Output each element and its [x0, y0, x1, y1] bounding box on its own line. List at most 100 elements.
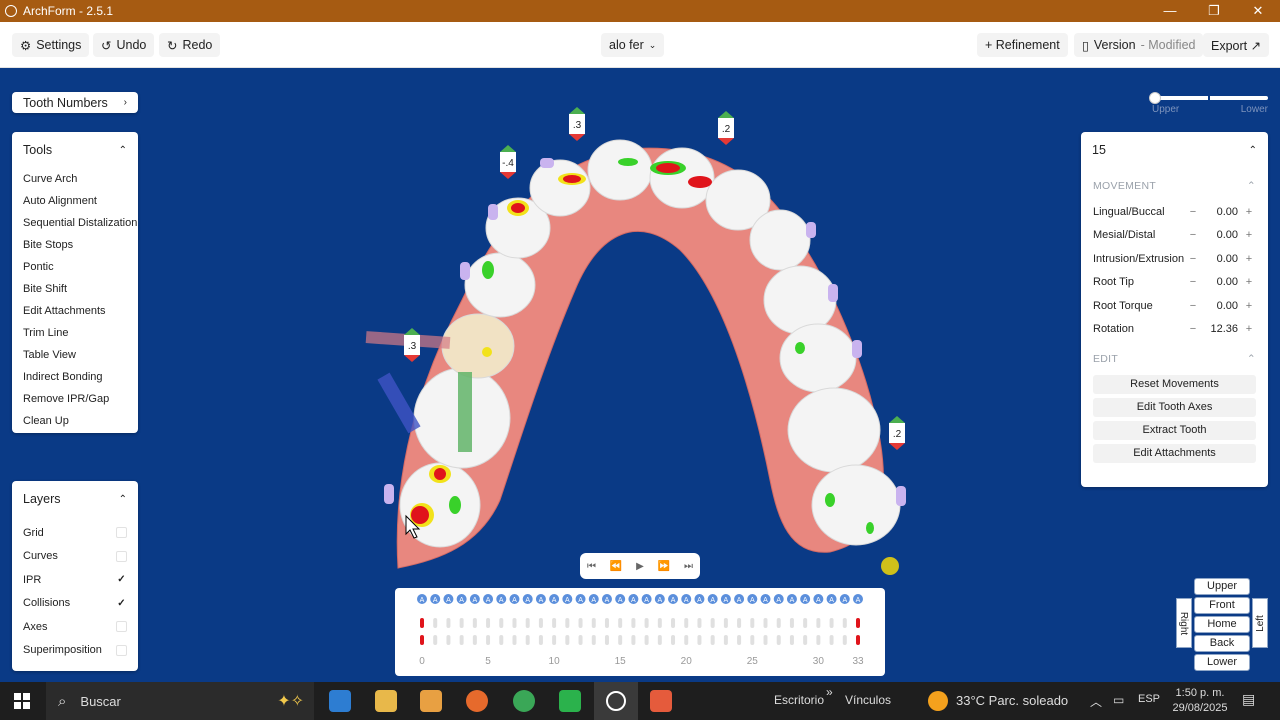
play-icon[interactable]: ▶	[636, 561, 644, 572]
stage-bar[interactable]	[856, 618, 860, 628]
movement-section-header[interactable]: MOVEMENT ⌃	[1081, 174, 1268, 198]
minus-icon[interactable]: −	[1186, 323, 1200, 335]
edit-section-header[interactable]: EDIT ⌃	[1081, 347, 1268, 371]
stage-bar[interactable]	[737, 618, 742, 628]
stage-bar[interactable]	[657, 618, 662, 628]
refinement-button[interactable]: + Refinement	[977, 33, 1068, 57]
stage-bar[interactable]	[657, 635, 662, 645]
stage-bar[interactable]	[591, 635, 596, 645]
stage-bar[interactable]	[486, 618, 491, 628]
plus-icon[interactable]: +	[1242, 300, 1256, 312]
stage-bar[interactable]	[512, 635, 517, 645]
tool-item[interactable]: Auto Alignment	[12, 190, 138, 212]
view-upper-button[interactable]: Upper	[1194, 578, 1250, 595]
movement-value[interactable]: 0.00	[1200, 253, 1242, 265]
stage-bar[interactable]	[750, 635, 755, 645]
stage-bar[interactable]	[697, 635, 702, 645]
arch-slider[interactable]: Upper Lower	[1149, 92, 1268, 115]
maximize-button[interactable]: ❐	[1192, 0, 1236, 22]
stage-bar[interactable]	[565, 618, 570, 628]
skip-back-icon[interactable]: ⏮	[587, 561, 596, 572]
tool-item[interactable]: Sequential Distalization	[12, 212, 138, 234]
export-button[interactable]: Export ↗	[1203, 33, 1270, 57]
stage-bar[interactable]	[789, 635, 794, 645]
stage-bar[interactable]	[856, 635, 860, 645]
tooth-numbers-button[interactable]: Tooth Numbers ›	[12, 92, 138, 113]
view-left-button[interactable]: Left	[1252, 598, 1268, 648]
plus-icon[interactable]: +	[1242, 323, 1256, 335]
stage-bar[interactable]	[723, 618, 728, 628]
tool-item[interactable]: Bite Stops	[12, 234, 138, 256]
stage-bar[interactable]	[486, 635, 491, 645]
clock[interactable]: 1:50 p. m. 29/08/2025	[1172, 686, 1228, 716]
links-toolbar[interactable]: Vínculos	[845, 693, 891, 707]
plus-icon[interactable]: +	[1242, 229, 1256, 241]
movement-value[interactable]: 0.00	[1200, 276, 1242, 288]
language-indicator[interactable]: ESP	[1138, 693, 1160, 705]
skip-forward-icon[interactable]: ⏭	[684, 561, 693, 572]
minus-icon[interactable]: −	[1186, 253, 1200, 265]
ipr-marker[interactable]: .2	[718, 111, 734, 145]
tool-item[interactable]: Pontic	[12, 256, 138, 278]
stage-bar[interactable]	[710, 618, 715, 628]
timeline-stages[interactable]: AAAAAAAAAAAAAAAAAAAAAAAAAAAAAAAAAA	[395, 588, 885, 656]
minus-icon[interactable]: −	[1186, 206, 1200, 218]
stage-bar[interactable]	[631, 618, 636, 628]
stage-bar[interactable]	[420, 635, 424, 645]
stage-bar[interactable]	[816, 618, 821, 628]
weather-text[interactable]: 33°C Parc. soleado	[956, 693, 1068, 708]
ipr-marker[interactable]: .2	[889, 416, 905, 450]
edit-action-button[interactable]: Extract Tooth	[1093, 421, 1256, 440]
plus-icon[interactable]: +	[1242, 206, 1256, 218]
view-right-button[interactable]: Right	[1176, 598, 1192, 648]
stage-bar[interactable]	[446, 635, 451, 645]
tool-item[interactable]: Edit Attachments	[12, 300, 138, 322]
stage-bar[interactable]	[552, 635, 557, 645]
layer-checkbox[interactable]	[116, 527, 127, 539]
stage-bar[interactable]	[525, 618, 530, 628]
tool-item[interactable]: Bite Shift	[12, 278, 138, 300]
stage-bar[interactable]	[538, 618, 543, 628]
camtasia-icon[interactable]	[559, 690, 581, 712]
movement-value[interactable]: 0.00	[1200, 300, 1242, 312]
close-button[interactable]: ✕	[1236, 0, 1280, 22]
ipr-marker[interactable]: -.4	[500, 145, 516, 179]
edit-action-button[interactable]: Reset Movements	[1093, 375, 1256, 394]
chrome-icon[interactable]	[513, 690, 535, 712]
tool-item[interactable]: Trim Line	[12, 322, 138, 344]
stage-bar[interactable]	[723, 635, 728, 645]
windows-start-icon[interactable]	[14, 693, 30, 709]
stage-bar[interactable]	[459, 635, 464, 645]
movement-value[interactable]: 0.00	[1200, 229, 1242, 241]
stage-bar[interactable]	[604, 635, 609, 645]
stage-bar[interactable]	[829, 618, 834, 628]
chevron-up-icon[interactable]: ︿	[1090, 693, 1102, 710]
tool-item[interactable]: Clean Up	[12, 410, 138, 432]
arch-slider-track[interactable]	[1149, 92, 1268, 104]
stage-bar[interactable]	[737, 635, 742, 645]
stage-bar[interactable]	[459, 618, 464, 628]
stage-bar[interactable]	[552, 618, 557, 628]
stage-bar[interactable]	[842, 635, 847, 645]
stage-bar[interactable]	[499, 635, 504, 645]
stage-bar[interactable]	[644, 618, 649, 628]
stage-bar[interactable]	[763, 635, 768, 645]
stage-bar[interactable]	[789, 618, 794, 628]
layer-row[interactable]: Axes	[12, 615, 138, 639]
layer-checkbox[interactable]	[116, 621, 127, 633]
stage-bar[interactable]	[816, 635, 821, 645]
stage-bar[interactable]	[684, 618, 689, 628]
media-app-icon[interactable]	[420, 690, 442, 712]
layer-checkbox[interactable]: ✓	[116, 598, 127, 609]
stage-bar[interactable]	[776, 618, 781, 628]
stage-bar[interactable]	[499, 618, 504, 628]
ipr-marker[interactable]: .3	[404, 328, 420, 362]
stage-bar[interactable]	[697, 618, 702, 628]
stage-bar[interactable]	[671, 635, 676, 645]
network-icon[interactable]: ▭	[1113, 693, 1124, 707]
stage-bar[interactable]	[472, 635, 477, 645]
stage-bar[interactable]	[644, 635, 649, 645]
tool-item[interactable]: Remove IPR/Gap	[12, 388, 138, 410]
desktop-toolbar[interactable]: Escritorio	[774, 693, 824, 707]
taskbar-search[interactable]: ⌕ Buscar ✦✧	[46, 682, 314, 720]
